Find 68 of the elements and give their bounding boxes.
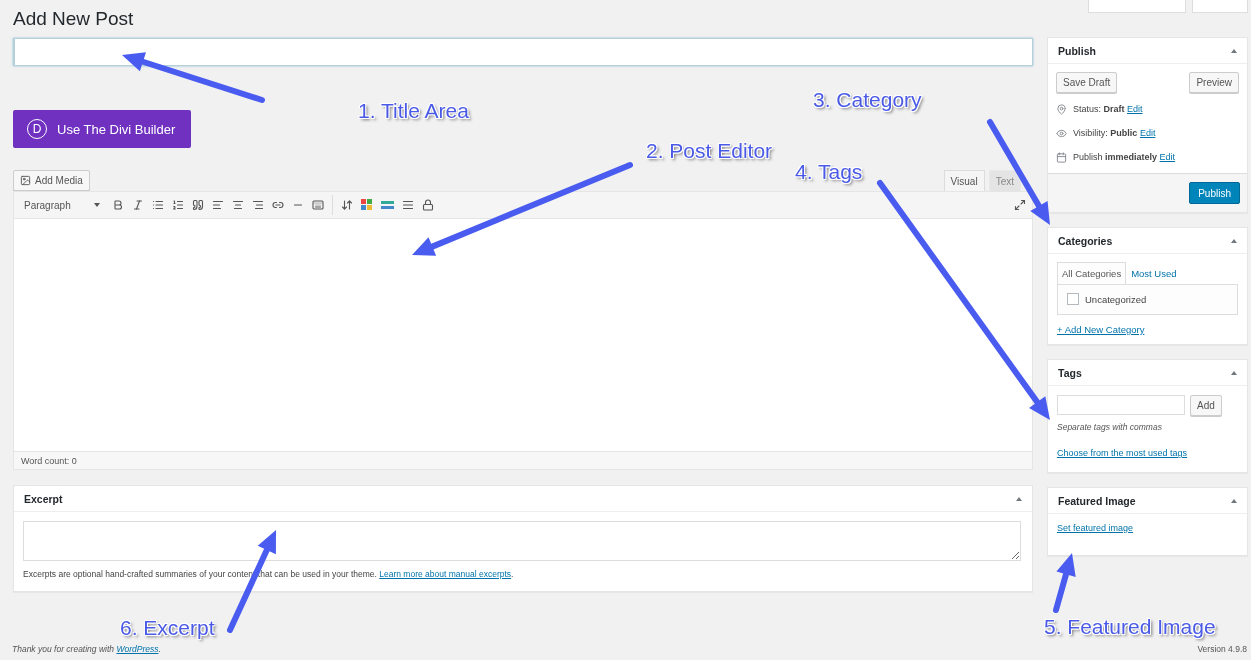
format-select[interactable]: Paragraph [20, 199, 104, 211]
caret-icon [94, 203, 100, 207]
category-label: Uncategorized [1085, 293, 1147, 305]
calendar-icon [1056, 151, 1067, 163]
add-category-link[interactable]: + Add New Category [1057, 324, 1145, 335]
edit-link[interactable]: Edit [1127, 104, 1143, 114]
sort-arrows-icon[interactable] [341, 199, 353, 211]
preview-button[interactable]: Preview [1189, 72, 1239, 93]
annotation-arrow [1053, 553, 1076, 613]
annotation-label: 1. Title Area [358, 99, 469, 123]
save-draft-button[interactable]: Save Draft [1056, 72, 1118, 93]
collapse-icon[interactable] [1016, 496, 1022, 501]
add-media-button[interactable]: Add Media [13, 170, 90, 191]
word-count: Word count: 0 [14, 451, 1032, 469]
editor-tab[interactable]: Text [988, 170, 1021, 191]
keyboard-icon[interactable] [312, 199, 324, 211]
page-title: Add New Post [13, 8, 135, 30]
annotation-label: 5. Featured Image [1044, 615, 1216, 639]
divi-builder-button[interactable]: D Use The Divi Builder [13, 110, 191, 148]
annotation-label: 2. Post Editor [646, 139, 773, 163]
edit-link[interactable]: Edit [1159, 152, 1176, 162]
panel-title: Featured Image [1058, 494, 1136, 507]
most-used-tags-link[interactable]: Choose from the most used tags [1057, 448, 1188, 458]
version-text: Version 4.9.8 [1197, 644, 1247, 656]
publish-info: Publish immediately Edit [1073, 152, 1176, 162]
panel-title: Publish [1058, 44, 1096, 57]
panel-title: Tags [1058, 366, 1082, 379]
align-center-icon[interactable] [232, 199, 244, 211]
lock-icon[interactable] [422, 199, 434, 211]
italic-icon[interactable] [132, 199, 144, 211]
pin-icon [1056, 103, 1067, 115]
collapse-icon[interactable] [1231, 238, 1237, 243]
quote-icon[interactable] [192, 199, 204, 211]
category-tab[interactable]: All Categories [1057, 262, 1127, 284]
color-grid-icon[interactable] [361, 199, 373, 211]
category-checkbox[interactable] [1067, 293, 1079, 305]
editor-tab[interactable]: Visual [943, 170, 985, 191]
fullscreen-icon[interactable] [1014, 199, 1026, 211]
set-featured-image-link[interactable]: Set featured image [1057, 523, 1134, 533]
collapse-icon[interactable] [1231, 370, 1237, 375]
add-tag-button[interactable]: Add [1190, 395, 1222, 416]
excerpt-field[interactable] [23, 521, 1021, 561]
layers-icon[interactable] [381, 200, 394, 210]
panel-title: Excerpt [24, 492, 63, 505]
bullet-list-icon[interactable] [152, 199, 164, 211]
publish-info: Visibility: Public Edit [1073, 128, 1156, 138]
annotation-label: 6. Excerpt [120, 616, 215, 640]
title-field[interactable] [13, 38, 1033, 66]
edit-link[interactable]: Edit [1139, 128, 1156, 138]
align-left-icon[interactable] [212, 199, 224, 211]
publish-info: Status: Draft Edit [1073, 104, 1143, 114]
collapse-icon[interactable] [1231, 498, 1237, 503]
tag-field[interactable] [1057, 395, 1185, 415]
link-icon[interactable] [272, 199, 284, 211]
panel-title: Categories [1058, 234, 1113, 247]
collapse-icon[interactable] [1231, 48, 1237, 53]
numbered-list-icon[interactable] [172, 199, 184, 211]
annotation-label: 4. Tags [795, 160, 863, 184]
justify-icon[interactable] [402, 199, 414, 211]
bold-icon[interactable] [112, 199, 124, 211]
media-icon [20, 175, 31, 186]
annotation-label: 3. Category [813, 88, 922, 112]
publish-button[interactable]: Publish [1189, 182, 1240, 204]
footer-text: Thank you for creating with WordPress. [12, 644, 161, 656]
align-right-icon[interactable] [252, 199, 264, 211]
tags-hint: Separate tags with commas [1057, 422, 1163, 432]
category-tab[interactable]: Most Used [1126, 262, 1182, 284]
eye-icon [1056, 127, 1067, 139]
